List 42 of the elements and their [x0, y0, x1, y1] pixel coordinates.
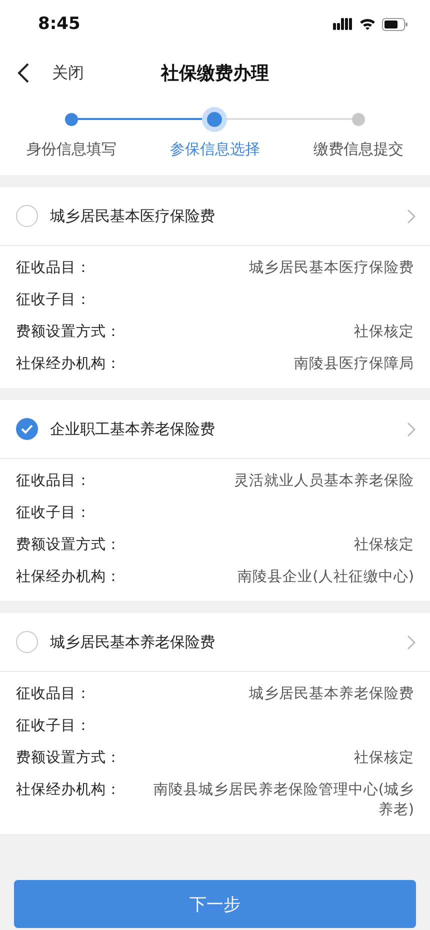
next-button[interactable]: 下一步 [14, 880, 416, 928]
chevron-icon[interactable] [407, 422, 416, 436]
step-label[interactable]: 身份信息填写 [26, 140, 117, 159]
field-label: 征收品目： [16, 685, 91, 704]
insurance-title: 企业职工基本养老保险费 [50, 420, 216, 438]
field-label: 社保经办机构： [16, 568, 121, 587]
field-value: 灵活就业人员基本养老保险 [234, 472, 414, 491]
field-label: 征收子目： [16, 504, 91, 523]
select-checkbox[interactable] [16, 205, 38, 227]
wifi-icon [359, 18, 376, 30]
field-label: 征收品目： [16, 472, 91, 491]
insurance-title: 城乡居民基本医疗保险费 [50, 206, 216, 226]
step-label[interactable]: 缴费信息提交 [313, 140, 404, 159]
field-label: 费额设置方式： [16, 322, 121, 342]
field-label: 费额设置方式： [16, 748, 121, 768]
field-value: 社保核定 [354, 748, 414, 768]
insurance-title: 城乡居民基本养老保险费 [50, 632, 216, 652]
check-icon [21, 424, 33, 434]
field-label: 征收子目： [16, 291, 91, 310]
field-value: 城乡居民基本医疗保险费 [249, 259, 414, 278]
step-label[interactable]: 参保信息选择 [170, 140, 260, 159]
field-value: 南陵县企业(人社征缴中心) [238, 568, 414, 587]
field-label: 社保经办机构： [16, 355, 121, 374]
field-label: 费额设置方式： [16, 536, 121, 555]
back-icon[interactable] [16, 62, 30, 84]
select-checkbox[interactable] [16, 418, 38, 440]
status-time: 8:45 [38, 14, 80, 34]
page-title: 社保缴费办理 [161, 62, 269, 85]
field-value: 南陵县城乡居民养老保险管理中心(城乡养老) [152, 780, 414, 820]
chevron-icon[interactable] [407, 634, 416, 650]
field-value: 南陵县医疗保障局 [294, 354, 414, 374]
field-value: 社保核定 [354, 536, 414, 555]
signal-icon [333, 18, 353, 30]
battery-icon [382, 18, 408, 30]
field-label: 征收子目： [16, 717, 91, 736]
field-label: 征收品目： [16, 259, 91, 278]
close-link[interactable]: 关闭 [52, 62, 84, 84]
field-value: 社保核定 [354, 322, 414, 342]
select-checkbox[interactable] [16, 631, 38, 653]
field-value: 城乡居民基本养老保险费 [249, 684, 414, 704]
field-label: 社保经办机构： [16, 781, 121, 800]
chevron-icon[interactable] [407, 208, 416, 224]
